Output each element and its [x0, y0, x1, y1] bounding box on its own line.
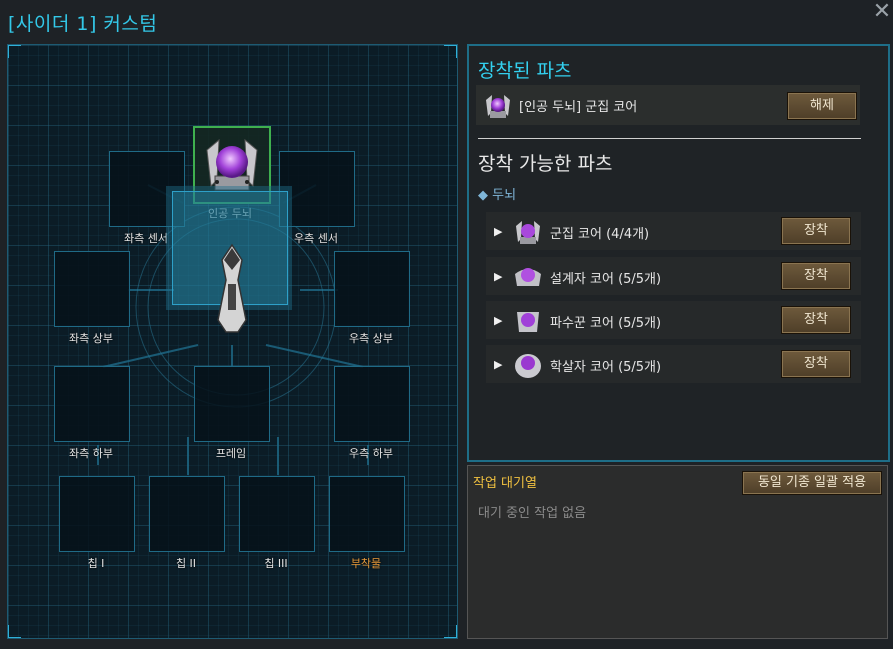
equipped-part-name: [인공 두뇌] 군집 코어	[519, 100, 638, 115]
purple-orb-core-icon	[517, 312, 539, 332]
equip-button[interactable]: 장착	[781, 217, 851, 245]
purple-orb-core-icon	[486, 95, 510, 118]
triangle-right-icon[interactable]: ▶	[494, 314, 502, 327]
slot-right-upper[interactable]	[334, 251, 410, 327]
purple-orb-core-icon	[515, 268, 541, 286]
close-icon[interactable]: ✕	[872, 1, 892, 24]
equipped-parts-title: 장착된 파츠	[478, 60, 572, 82]
apply-all-button[interactable]: 동일 기종 일괄 적용	[742, 471, 882, 495]
equip-button[interactable]: 장착	[781, 306, 851, 334]
slot-label-right-upper: 우측 상부	[349, 332, 393, 345]
slot-label-right-lower: 우측 하부	[349, 447, 393, 460]
triangle-right-icon[interactable]: ▶	[494, 225, 502, 238]
queue-empty-text: 대기 중인 작업 없음	[478, 506, 587, 521]
triangle-right-icon[interactable]: ▶	[494, 270, 502, 283]
slot-label-left-lower: 좌측 하부	[69, 447, 113, 460]
available-parts-title: 장착 가능한 파츠	[478, 153, 613, 175]
slot-chip-2[interactable]	[149, 476, 225, 552]
slot-label-frame: 프레임	[215, 447, 247, 460]
part-name: 설계자 코어 (5/5개)	[550, 272, 662, 287]
window-title: [사이더 1] 커스텀	[8, 13, 158, 35]
part-name: 군집 코어 (4/4개)	[550, 227, 650, 242]
slot-left-upper[interactable]	[54, 251, 130, 327]
part-name: 학살자 코어 (5/5개)	[550, 360, 662, 375]
purple-orb-core-icon	[516, 221, 540, 244]
slot-chip-3[interactable]	[239, 476, 315, 552]
slot-chip-1[interactable]	[59, 476, 135, 552]
spaceship-icon	[217, 243, 247, 333]
unequip-button[interactable]: 해제	[787, 92, 857, 120]
section-divider	[478, 138, 861, 139]
slot-frame[interactable]	[194, 366, 270, 442]
slot-attachment[interactable]	[329, 476, 405, 552]
slot-right-lower[interactable]	[334, 366, 410, 442]
equip-button[interactable]: 장착	[781, 262, 851, 290]
purple-orb-core-icon	[515, 354, 541, 378]
category-brain[interactable]: ◆ 두뇌	[478, 184, 516, 203]
slot-left-lower[interactable]	[54, 366, 130, 442]
slot-label-attachment: 부착물	[350, 557, 382, 570]
triangle-right-icon[interactable]: ▶	[494, 358, 502, 371]
equip-button[interactable]: 장착	[781, 350, 851, 378]
work-queue-title: 작업 대기열	[473, 476, 537, 491]
slot-label-left-upper: 좌측 상부	[69, 332, 113, 345]
part-name: 파수꾼 코어 (5/5개)	[550, 316, 662, 331]
